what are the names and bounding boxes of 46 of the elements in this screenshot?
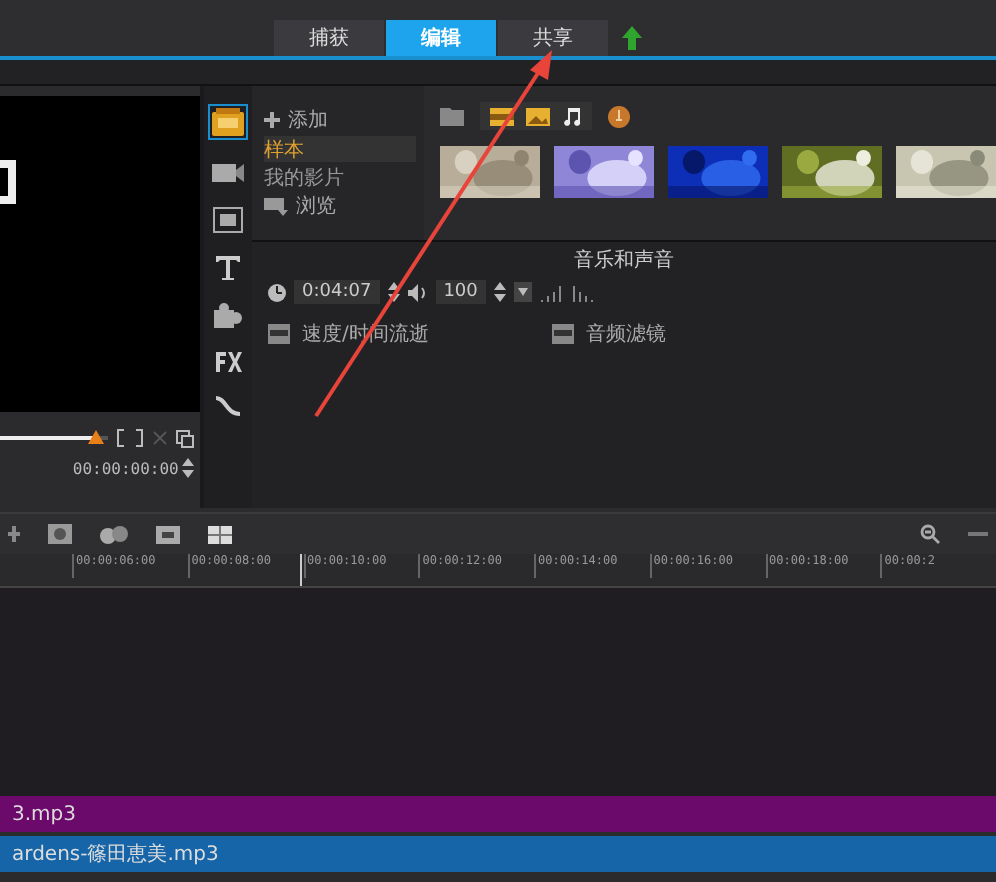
round-badge-icon[interactable]: [608, 105, 630, 127]
mark-out-icon[interactable]: [134, 428, 145, 448]
fade-out-icon[interactable]: [571, 283, 596, 301]
timecode-field[interactable]: 00:00:00:00: [72, 459, 179, 477]
fade-in-icon[interactable]: [539, 283, 564, 301]
text-icon[interactable]: [214, 254, 243, 282]
filter-icon[interactable]: [552, 324, 574, 344]
plus-icon[interactable]: [8, 526, 20, 542]
photo-filter-icon[interactable]: [526, 107, 550, 125]
folder-icon[interactable]: [440, 106, 464, 126]
dropdown-icon[interactable]: [513, 282, 532, 302]
title-card-icon[interactable]: [212, 206, 245, 234]
grid-icon[interactable]: [208, 525, 232, 543]
puzzle-icon[interactable]: [212, 302, 245, 330]
tab[interactable]: 共享: [498, 20, 608, 56]
spinner-icon[interactable]: [182, 458, 195, 478]
add-label[interactable]: 添加: [288, 106, 328, 134]
spinner-icon[interactable]: [493, 282, 506, 302]
clock-icon: [268, 283, 286, 301]
spheres-icon[interactable]: [100, 525, 128, 543]
option-button[interactable]: 音频滤镜: [586, 320, 666, 348]
section-title: 音乐和声音: [572, 247, 676, 274]
volume-field[interactable]: 100: [435, 280, 486, 304]
audio-clip[interactable]: ardens-篠田恵美.mp3: [0, 836, 996, 872]
fx-icon[interactable]: [214, 350, 243, 374]
zoom-out-icon[interactable]: [920, 524, 940, 544]
plus-icon[interactable]: [264, 112, 280, 128]
tab[interactable]: 捕获: [274, 20, 384, 56]
speaker-icon[interactable]: [407, 283, 428, 301]
audio-clip[interactable]: 3.mp3: [0, 796, 996, 832]
copy-icon[interactable]: [176, 429, 195, 447]
library-item[interactable]: 样本: [264, 136, 416, 162]
filter-icon[interactable]: [268, 324, 290, 344]
media-icon[interactable]: [210, 106, 247, 138]
title-card-icon[interactable]: [156, 525, 180, 543]
path-icon[interactable]: [214, 394, 243, 418]
camera-icon[interactable]: [210, 158, 247, 186]
duration-field[interactable]: 0:04:07: [294, 280, 380, 304]
upload-arrow-icon[interactable]: [622, 26, 642, 50]
music-note-icon[interactable]: [562, 106, 582, 126]
mark-in-icon[interactable]: [116, 428, 127, 448]
spinner-icon[interactable]: [387, 282, 400, 302]
browse-icon[interactable]: [264, 196, 288, 216]
browse-button[interactable]: 浏览: [296, 192, 336, 220]
clip-frame-icon: [0, 160, 16, 204]
library-item[interactable]: 我的影片: [264, 164, 416, 190]
